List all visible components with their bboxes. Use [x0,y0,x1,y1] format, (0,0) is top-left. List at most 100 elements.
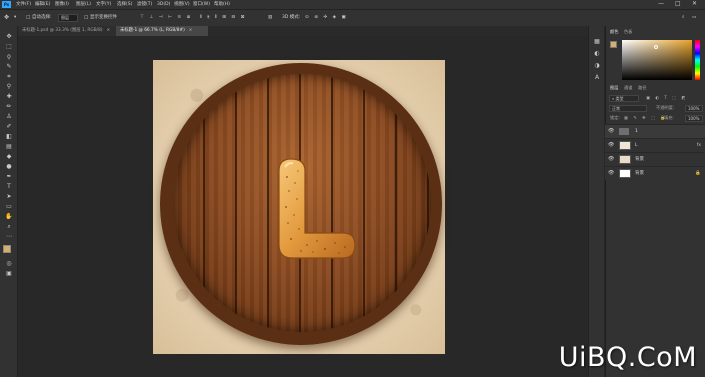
tab-document-1[interactable]: 未标题-1.psd @ 33.3% (图层 1, RGB/8) × [18,26,116,36]
menu-file[interactable]: 文件(F) [16,1,31,8]
folder-icon [619,128,629,135]
tab-document-2[interactable]: 未标题-1 @ 66.7% (L, RGB/8#) × [116,26,208,36]
tab-swatches[interactable]: 色板 [624,28,632,36]
more-tools-icon[interactable]: ⋯ [3,233,15,241]
blur-tool-icon[interactable]: ◆ [3,153,15,161]
gradient-tool-icon[interactable]: ▤ [3,143,15,151]
move-tool-icon[interactable]: ✥ [4,14,9,22]
foreground-color-swatch[interactable] [610,41,617,48]
properties-panel-icon[interactable]: ◐ [591,50,603,58]
menu-layer[interactable]: 图层(L) [76,1,91,8]
shape-tool-icon[interactable]: ▭ [3,203,15,211]
photoshop-logo-icon: Ps [2,1,11,8]
character-panel-icon[interactable]: A [591,74,603,82]
auto-select-mode-select[interactable]: 图层 [58,14,78,22]
layer-filter-icons[interactable]: ▣ ◐ T ⬚ ◩ [646,94,687,102]
auto-align-icon[interactable]: ▥ [268,14,272,22]
layer-row[interactable]: 👁 L fx [605,138,705,152]
menu-filter[interactable]: 滤镜(T) [137,1,152,8]
menu-edit[interactable]: 编辑(E) [35,1,50,8]
history-panel-icon[interactable]: ▦ [591,38,603,46]
options-bar: ✥ ▾ ☐ 自动选择: 图层 ☐ 显示变换控件 ⊤ ⊥ ⊣ ⊢ ≡ ≣ ⫴ ⫵ … [0,9,705,26]
visibility-eye-icon[interactable]: 👁 [608,170,614,176]
menu-view[interactable]: 视图(V) [174,1,190,8]
move-tool-icon[interactable]: ✥ [3,33,15,41]
menu-window[interactable]: 窗口(W) [193,1,210,8]
tab-label: 未标题-1.psd @ 33.3% (图层 1, RGB/8) [22,28,103,33]
layer-name: 背景 [635,157,644,162]
layer-name: 背景 [635,171,644,176]
hue-slider[interactable] [695,40,700,80]
opacity-label: 不透明度: [656,105,675,110]
path-select-tool-icon[interactable]: ➤ [3,193,15,201]
minimize-icon[interactable]: — [658,0,664,7]
show-transform-checkbox[interactable]: ☐ [84,14,88,22]
tab-label: 未标题-1 @ 66.7% (L, RGB/8#) [120,28,185,33]
lock-icon: 🔒 [695,171,701,176]
menu-image[interactable]: 图像(I) [55,1,69,8]
layer-thumbnail [619,155,631,164]
quick-mask-icon[interactable]: ◎ [3,260,15,268]
show-transform-label: 显示变换控件 [90,15,117,20]
visibility-eye-icon[interactable]: 👁 [608,128,614,134]
lock-icons[interactable]: ▦ ✎ ✥ ⬚ 🔒 [624,114,667,122]
adjustments-panel-icon[interactable]: ◑ [591,62,603,70]
blend-mode-select[interactable]: 正常 [609,105,647,112]
maximize-icon[interactable]: □ [675,0,681,7]
distribute-icons[interactable]: ⫴ ⫵ ⦀ ⊞ ⊟ ⊠ [200,14,246,22]
zoom-tool-icon[interactable]: ⌕ [3,223,15,231]
menu-type[interactable]: 文字(Y) [96,1,111,8]
healing-brush-tool-icon[interactable]: ✚ [3,93,15,101]
kind-filter-value: 类型 [615,96,624,101]
hand-tool-icon[interactable]: ✋ [3,213,15,221]
color-picker-cursor[interactable] [654,45,658,49]
menu-help[interactable]: 帮助(H) [214,1,230,8]
tab-layers[interactable]: 图层 [610,84,618,92]
auto-select-checkbox[interactable]: ☐ [26,14,30,22]
brush-tool-icon[interactable]: ✏ [3,103,15,111]
lasso-tool-icon[interactable]: ϙ [3,53,15,61]
screen-mode-icon[interactable]: ▣ [3,270,15,278]
layer-row[interactable]: 👁 背景 🔒 [605,166,705,180]
eyedropper-tool-icon[interactable]: ⚲ [3,83,15,91]
tab-paths[interactable]: 路径 [638,84,646,92]
lock-label: 锁定: [610,115,620,120]
fill-label: 填充: [664,115,674,120]
tool-preset-chevron-icon[interactable]: ▾ [14,14,16,22]
history-brush-tool-icon[interactable]: ✐ [3,123,15,131]
layer-thumbnail [619,169,631,178]
3d-mode-icons[interactable]: ⊙ ⊚ ✣ ◈ ▣ [305,14,348,22]
dodge-tool-icon[interactable]: ● [3,163,15,171]
type-tool-icon[interactable]: T [3,183,15,191]
document-tabs: 未标题-1.psd @ 33.3% (图层 1, RGB/8) × 未标题-1 @… [18,26,588,36]
opacity-field[interactable]: 100% [685,105,703,112]
close-icon[interactable]: × [107,28,111,33]
tab-color[interactable]: 颜色 [610,28,618,36]
layer-kind-filter[interactable]: ⌕ 类型 [609,95,639,102]
align-icons[interactable]: ⊤ ⊥ ⊣ ⊢ ≡ ≣ [140,14,192,22]
layer-row[interactable]: 👁 1 [605,124,705,138]
clone-stamp-tool-icon[interactable]: ♙ [3,113,15,121]
visibility-eye-icon[interactable]: 👁 [608,156,614,162]
fill-field[interactable]: 100% [685,115,703,122]
close-icon[interactable]: ✕ [692,0,697,7]
menu-select[interactable]: 选择(S) [117,1,132,8]
search-icon[interactable]: ⌕ [682,14,685,22]
crop-tool-icon[interactable]: ⌗ [3,73,15,81]
layer-effects-icon[interactable]: fx [697,139,701,152]
layer-name: L [635,143,638,148]
visibility-eye-icon[interactable]: 👁 [608,142,614,148]
foreground-color-swatch[interactable] [3,245,11,253]
auto-select-label: 自动选择: [32,15,52,20]
layer-name: 1 [635,129,638,134]
layer-row[interactable]: 👁 背景 [605,152,705,166]
quick-select-tool-icon[interactable]: ✎ [3,63,15,71]
close-icon[interactable]: × [189,28,193,33]
pen-tool-icon[interactable]: ✒ [3,173,15,181]
menu-3d[interactable]: 3D(D) [157,1,170,8]
site-watermark: UiBQ.CoM [558,342,697,373]
tab-channels[interactable]: 通道 [624,84,632,92]
marquee-tool-icon[interactable]: ⬚ [3,43,15,51]
eraser-tool-icon[interactable]: ◧ [3,133,15,141]
workspace-icon[interactable]: ▭ [692,14,696,22]
